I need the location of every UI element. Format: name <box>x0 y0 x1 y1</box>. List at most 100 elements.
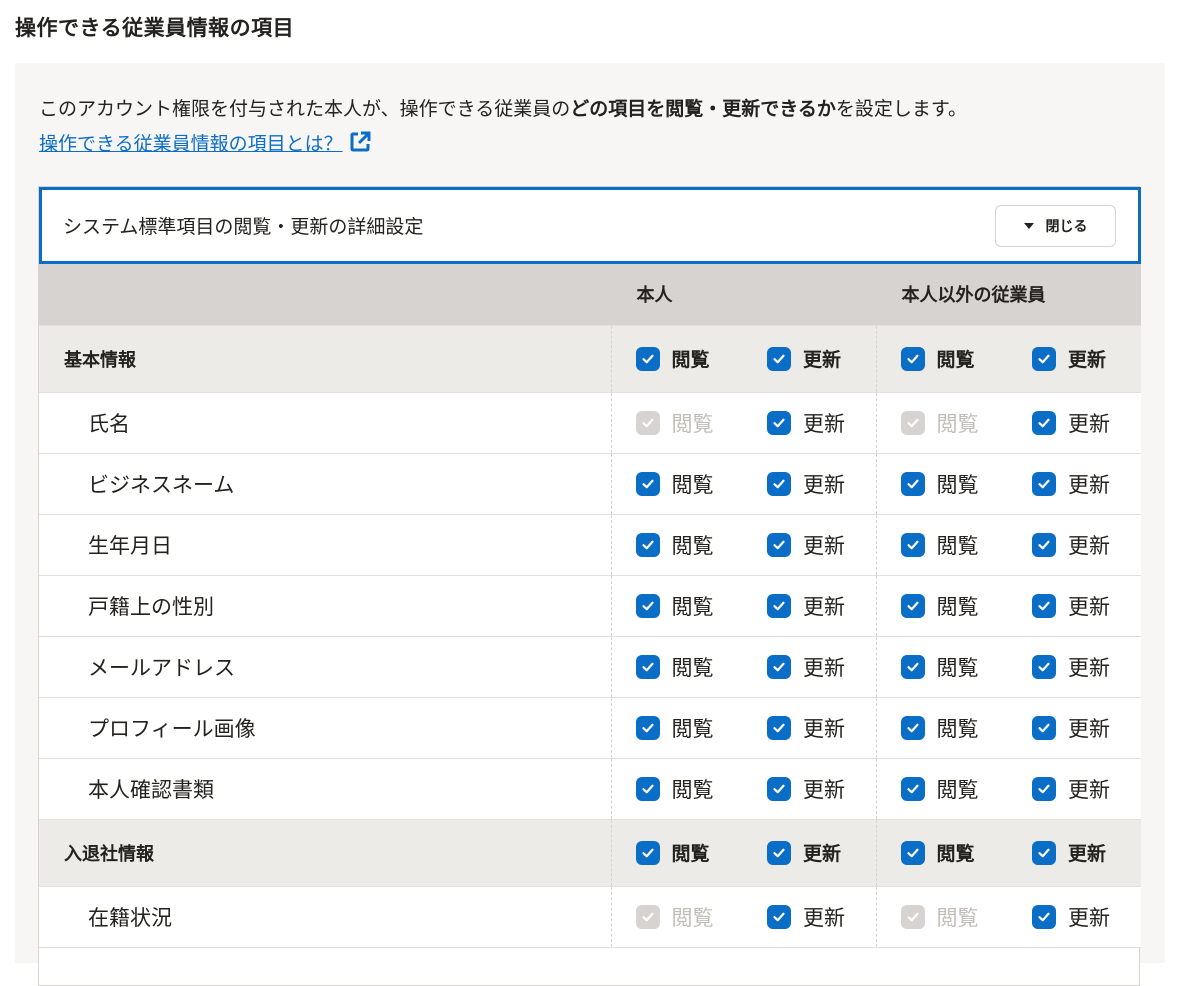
checkbox-label: 閲覧 <box>936 349 975 371</box>
checkbox-label: 閲覧 <box>671 349 710 371</box>
checkbox-cell: 閲覧 <box>610 819 743 887</box>
self-update-checkbox[interactable]: 更新 <box>767 345 841 372</box>
other-update-checkbox[interactable]: 更新 <box>1032 839 1106 866</box>
self-view-checkbox[interactable]: 閲覧 <box>635 591 714 621</box>
checkbox-cell: 閲覧 <box>610 758 743 820</box>
table-row: 在籍状況 閲覧 更新 閲覧 更新 <box>39 886 1141 948</box>
checkbox-cell: 更新 <box>1008 575 1141 637</box>
checkbox-label: 更新 <box>1068 716 1110 741</box>
check-icon <box>900 593 925 618</box>
checkbox-label: 閲覧 <box>936 716 979 741</box>
row-label: 戸籍上の性別 <box>39 575 611 637</box>
checkbox-cell: 更新 <box>1008 325 1141 393</box>
checkbox-label: 更新 <box>1068 349 1107 371</box>
checkbox-cell: 閲覧 <box>875 575 1008 637</box>
self-update-checkbox[interactable]: 更新 <box>767 839 841 866</box>
description-emphasis: どの項目を閲覧・更新できるか <box>570 98 836 120</box>
check-icon <box>767 593 791 618</box>
row-label: プロフィール画像 <box>39 697 611 759</box>
self-update-checkbox[interactable]: 更新 <box>767 713 845 743</box>
checkbox-cell: 閲覧 <box>875 636 1008 698</box>
checkbox-cell: 閲覧 <box>875 819 1008 887</box>
check-icon <box>900 471 925 496</box>
check-icon <box>1032 715 1056 740</box>
checkbox-cell: 閲覧 <box>875 514 1008 576</box>
self-view-checkbox[interactable]: 閲覧 <box>635 345 710 372</box>
checkbox-label: 更新 <box>1068 594 1110 619</box>
table-row: 本人確認書類 閲覧 更新 閲覧 更新 <box>39 758 1141 820</box>
other-update-checkbox[interactable]: 更新 <box>1032 652 1110 682</box>
self-update-checkbox[interactable]: 更新 <box>767 469 845 499</box>
other-update-checkbox[interactable]: 更新 <box>1032 345 1106 372</box>
self-view-checkbox[interactable]: 閲覧 <box>635 774 714 804</box>
self-view-checkbox[interactable]: 閲覧 <box>635 839 710 866</box>
group-row: 入退社情報 閲覧 更新 閲覧 更新 <box>39 819 1141 887</box>
other-view-checkbox[interactable]: 閲覧 <box>900 591 979 621</box>
checkbox-cell: 閲覧 <box>875 697 1008 759</box>
card-title: システム標準項目の閲覧・更新の詳細設定 <box>63 216 424 238</box>
other-view-checkbox[interactable]: 閲覧 <box>900 839 975 866</box>
checkbox-label: 閲覧 <box>936 655 979 680</box>
help-link[interactable]: 操作できる従業員情報の項目とは？ <box>39 128 371 161</box>
checkbox-cell: 閲覧 <box>610 636 743 698</box>
checkbox-label: 更新 <box>803 594 845 619</box>
self-update-checkbox[interactable]: 更新 <box>767 408 845 438</box>
checkbox-cell: 閲覧 <box>875 886 1008 948</box>
header-others: 本人以外の従業員 <box>875 264 1141 326</box>
other-update-checkbox[interactable]: 更新 <box>1032 774 1110 804</box>
check-icon <box>767 532 791 557</box>
self-update-checkbox[interactable]: 更新 <box>767 774 845 804</box>
self-update-checkbox[interactable]: 更新 <box>767 902 845 932</box>
other-view-checkbox[interactable]: 閲覧 <box>900 345 975 372</box>
checkbox-label: 更新 <box>1068 411 1110 436</box>
checkbox-cell: 更新 <box>743 514 876 576</box>
checkbox-label: 閲覧 <box>671 716 714 741</box>
checkbox-label: 閲覧 <box>671 905 714 930</box>
other-update-checkbox[interactable]: 更新 <box>1032 713 1110 743</box>
other-view-checkbox[interactable]: 閲覧 <box>900 774 979 804</box>
self-update-checkbox[interactable]: 更新 <box>767 591 845 621</box>
other-update-checkbox[interactable]: 更新 <box>1032 591 1110 621</box>
self-view-checkbox[interactable]: 閲覧 <box>635 469 714 499</box>
settings-panel: このアカウント権限を付与された本人が、操作できる従業員のどの項目を閲覧・更新でき… <box>15 63 1165 986</box>
checkbox-label: 更新 <box>803 716 845 741</box>
self-update-checkbox[interactable]: 更新 <box>767 652 845 682</box>
other-update-checkbox[interactable]: 更新 <box>1032 902 1110 932</box>
checkbox-cell: 閲覧 <box>610 392 743 454</box>
other-view-checkbox[interactable]: 閲覧 <box>900 652 979 682</box>
self-view-checkbox[interactable]: 閲覧 <box>635 530 714 560</box>
check-icon <box>767 410 791 435</box>
close-button[interactable]: 閉じる <box>995 205 1116 247</box>
other-view-checkbox[interactable]: 閲覧 <box>900 713 979 743</box>
other-update-checkbox[interactable]: 更新 <box>1032 408 1110 438</box>
checkbox-label: 閲覧 <box>936 533 979 558</box>
checkbox-cell: 閲覧 <box>610 453 743 515</box>
check-icon <box>767 715 791 740</box>
row-label: 本人確認書類 <box>39 758 611 820</box>
self-update-checkbox[interactable]: 更新 <box>767 530 845 560</box>
description-prefix: このアカウント権限を付与された本人が、操作できる従業員の <box>39 98 571 120</box>
other-view-checkbox[interactable]: 閲覧 <box>900 469 979 499</box>
other-view-checkbox[interactable]: 閲覧 <box>900 530 979 560</box>
checkbox-label: 閲覧 <box>671 472 714 497</box>
check-icon <box>1032 904 1056 929</box>
table-row: メールアドレス 閲覧 更新 閲覧 更新 <box>39 636 1141 698</box>
check-icon <box>635 410 660 435</box>
check-icon <box>635 593 660 618</box>
self-view-checkbox[interactable]: 閲覧 <box>635 652 714 682</box>
checkbox-label: 更新 <box>803 349 842 371</box>
checkbox-cell: 閲覧 <box>875 453 1008 515</box>
header-item <box>39 264 611 326</box>
self-view-checkbox[interactable]: 閲覧 <box>635 713 714 743</box>
checkbox-label: 更新 <box>803 905 845 930</box>
other-update-checkbox[interactable]: 更新 <box>1032 530 1110 560</box>
check-icon <box>1032 654 1056 679</box>
checkbox-label: 閲覧 <box>936 905 979 930</box>
other-update-checkbox[interactable]: 更新 <box>1032 469 1110 499</box>
checkbox-cell: 更新 <box>1008 514 1141 576</box>
caret-down-icon <box>1023 223 1034 229</box>
checkbox-label: 更新 <box>1068 655 1110 680</box>
check-icon <box>635 471 660 496</box>
checkbox-label: 閲覧 <box>936 472 979 497</box>
checkbox-cell: 更新 <box>1008 453 1141 515</box>
